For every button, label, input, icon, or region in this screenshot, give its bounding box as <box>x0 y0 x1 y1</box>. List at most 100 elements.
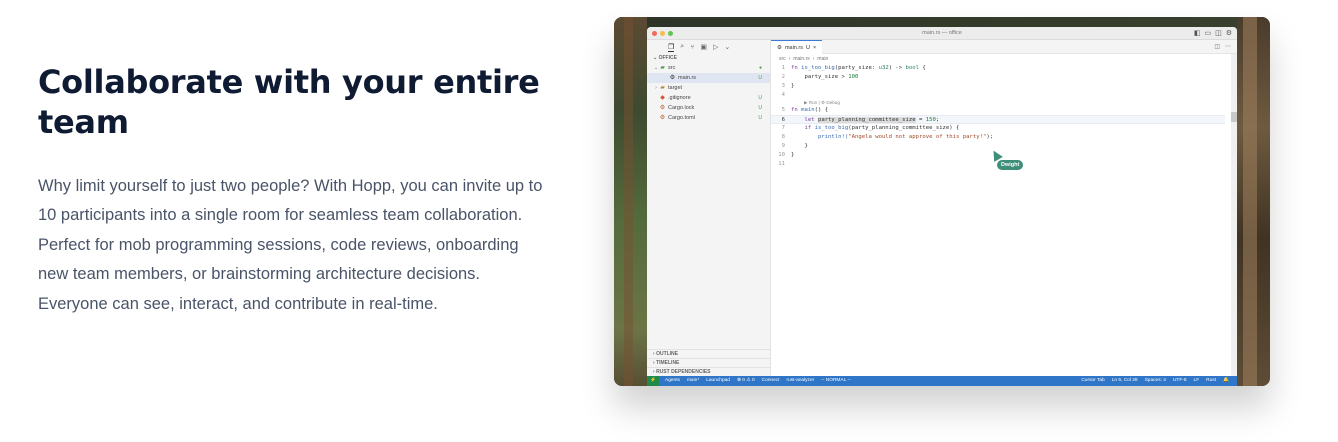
code-line: 8 println!("Angela would not approve of … <box>771 133 1225 142</box>
line-number: 10 <box>778 152 785 158</box>
tree-item-label: .gitignore <box>668 95 691 101</box>
source-control-icon[interactable]: ⑂ <box>690 44 694 51</box>
code-line-current: 6 let party_planning_committee_size = 15… <box>771 115 1225 124</box>
toggle-panel-icon[interactable]: ▭ <box>1204 29 1211 37</box>
status-agents[interactable]: Agents <box>665 376 680 386</box>
search-icon[interactable]: ⌕ <box>680 43 684 51</box>
line-number: 1 <box>781 65 785 71</box>
hero-text: Collaborate with your entire team Why li… <box>38 62 558 319</box>
section-label: RUST DEPENDENCIES <box>656 369 711 375</box>
code-token: is_too_big <box>814 125 849 131</box>
code-token: () { <box>814 107 829 113</box>
timeline-section[interactable]: › TIMELINE <box>647 358 770 367</box>
run-debug-icon[interactable]: ▷ <box>713 43 718 51</box>
line-number: 7 <box>781 125 785 131</box>
ide-window: main.rs — office ◧ ▭ ◫ ⚙ ❐ ⌕ ⑂ ▣ ▷ ⌄ ⌄ O… <box>647 27 1237 386</box>
breadcrumb-main-rs[interactable]: main.rs <box>793 54 809 64</box>
status-language[interactable]: Rust <box>1206 376 1216 386</box>
tree-item-target[interactable]: › ▰ target <box>647 83 770 93</box>
section-label: OUTLINE <box>656 351 679 357</box>
tree-item-gitignore[interactable]: ◆ .gitignore U <box>647 93 770 103</box>
split-layout-icon[interactable]: ◫ <box>1215 29 1222 37</box>
code-line: 1 fn is_too_big(party_size: u32) -> bool… <box>771 64 1225 73</box>
outline-section[interactable]: › OUTLINE <box>647 349 770 358</box>
line-number: 5 <box>781 107 785 113</box>
code-token: (party_size: <box>834 65 879 71</box>
status-cursor-tab[interactable]: Cursor Tab <box>1081 376 1104 386</box>
extensions-icon[interactable]: ▣ <box>700 43 707 51</box>
code-token: fn <box>791 107 802 113</box>
folder-icon: ▰ <box>660 85 665 91</box>
cargo-icon: ⚙ <box>659 115 666 121</box>
vertical-scrollbar[interactable] <box>1231 54 1237 376</box>
background-tree-right <box>1237 17 1270 386</box>
explorer-section-header[interactable]: ⌄ OFFICE <box>647 54 770 63</box>
tab-status: U <box>805 45 810 51</box>
line-number: 6 <box>781 117 785 123</box>
code-token: } <box>791 83 795 89</box>
rust-file-icon: ⚙ <box>777 45 782 51</box>
git-status-badge: U <box>758 75 762 81</box>
remote-indicator-icon[interactable]: ⚡ <box>647 376 659 386</box>
window-title: main.rs — office <box>922 30 962 36</box>
status-connect[interactable]: Connect <box>762 376 780 386</box>
code-line: 3 } <box>771 82 1225 91</box>
code-editor: ⚙ main.rs U × ◫ ⋯ src › main.rs › main 1 f… <box>771 40 1237 376</box>
tree-item-src[interactable]: ⌄ ▰ src ● <box>647 63 770 73</box>
settings-icon[interactable]: ⚙ <box>1226 29 1232 37</box>
code-token: bool <box>905 65 920 71</box>
rust-dependencies-section[interactable]: › RUST DEPENDENCIES <box>647 367 770 376</box>
code-token: u32 <box>878 65 889 71</box>
ide-screenshot: main.rs — office ◧ ▭ ◫ ⚙ ❐ ⌕ ⑂ ▣ ▷ ⌄ ⌄ O… <box>614 17 1270 386</box>
explorer-sidebar: ❐ ⌕ ⑂ ▣ ▷ ⌄ ⌄ OFFICE ⌄ ▰ src ● ⚙ main.rs… <box>647 40 771 376</box>
tree-item-label: Cargo.lock <box>668 105 695 111</box>
explorer-section-label: OFFICE <box>658 55 677 61</box>
title-bar: main.rs — office ◧ ▭ ◫ ⚙ <box>647 27 1237 40</box>
status-eol[interactable]: LF <box>1194 376 1200 386</box>
status-problems[interactable]: ⊗ 0 ⚠ 0 <box>737 376 755 386</box>
remote-cursor-label: Dwight <box>997 160 1024 170</box>
code-token: "Angela would not approve of this party!… <box>848 134 987 140</box>
background-tree-left <box>614 17 647 386</box>
status-encoding[interactable]: UTF-8 <box>1173 376 1187 386</box>
chevron-right-icon: › <box>812 56 815 62</box>
code-line: 5 fn main() { <box>771 106 1225 115</box>
scrollbar-thumb[interactable] <box>1231 112 1237 122</box>
line-number: 11 <box>778 161 785 167</box>
status-position[interactable]: Ln 6, Col 28 <box>1112 376 1138 386</box>
tree-item-label: Cargo.toml <box>668 115 695 121</box>
tree-item-main-rs[interactable]: ⚙ main.rs U <box>647 73 770 83</box>
breadcrumb: src › main.rs › main <box>771 54 1237 64</box>
code-token: } <box>791 143 808 149</box>
code-line: 4 <box>771 91 1225 100</box>
chevron-down-icon[interactable]: ⌄ <box>724 43 730 51</box>
explorer-icon[interactable]: ❐ <box>668 43 675 52</box>
more-actions-icon[interactable]: ⋯ <box>1225 43 1231 50</box>
breadcrumb-src[interactable]: src <box>779 54 786 64</box>
code-token: main <box>801 107 815 113</box>
tab-main-rs[interactable]: ⚙ main.rs U × <box>771 40 823 54</box>
git-status-badge: ● <box>758 65 762 71</box>
code-token: ); <box>986 134 994 140</box>
tree-item-cargo-toml[interactable]: ⚙ Cargo.toml U <box>647 113 770 123</box>
toggle-sidebar-icon[interactable]: ◧ <box>1194 29 1201 37</box>
tree-item-cargo-lock[interactable]: ⚙ Cargo.lock U <box>647 103 770 113</box>
code-token: 150 <box>925 117 936 123</box>
tree-item-label: target <box>668 85 683 91</box>
code-token: println!( <box>791 134 849 140</box>
notifications-bell-icon[interactable]: 🔔 <box>1223 376 1229 386</box>
tree-item-label: src <box>668 65 676 71</box>
status-launchpad[interactable]: Launchpad <box>706 376 730 386</box>
breadcrumb-main[interactable]: main <box>817 54 828 64</box>
split-editor-icon[interactable]: ◫ <box>1214 43 1220 50</box>
tab-label: main.rs <box>784 45 803 51</box>
git-icon: ◆ <box>660 95 665 101</box>
status-branch[interactable]: main* <box>687 376 699 386</box>
code-line: 2 party_size > 100 <box>771 73 1225 82</box>
line-number: 2 <box>781 74 785 80</box>
status-indent[interactable]: Spaces: 4 <box>1145 376 1166 386</box>
code-token: ) -> <box>888 65 906 71</box>
status-rust-analyzer[interactable]: rust-analyzer <box>786 376 814 386</box>
close-icon[interactable]: × <box>813 41 816 54</box>
chevron-right-icon: › <box>788 56 791 62</box>
